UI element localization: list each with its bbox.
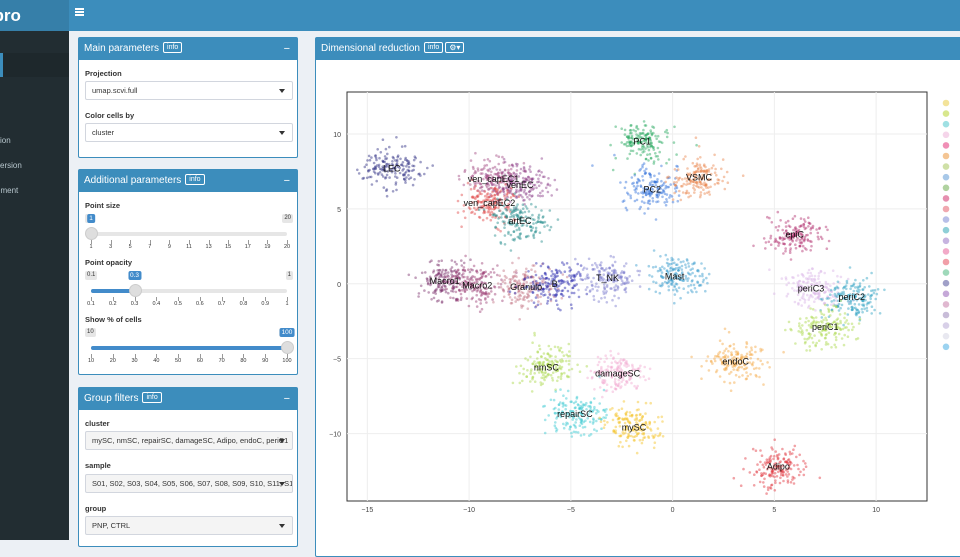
box-title: Dimensional reduction [321, 43, 420, 54]
slider-tick-label: 7 [148, 244, 152, 250]
collapse-button[interactable]: − [284, 38, 290, 60]
slider-fill [91, 289, 135, 293]
color-by-label: Color cells by [85, 111, 135, 120]
slider-fill [91, 346, 287, 350]
projection-select[interactable]: umap.scvi.full [85, 81, 293, 100]
slider-tick-label: 0.9 [261, 301, 270, 307]
box-title: Main parameters [84, 43, 160, 54]
settings-dropdown-button[interactable]: ⚙▾ [445, 41, 465, 53]
slider-track[interactable] [91, 232, 287, 236]
slider-ticks [91, 354, 288, 358]
group-filter-select[interactable]: PNP, CTRL [85, 516, 293, 535]
box-title: Additional parameters [84, 175, 182, 186]
slider-value-label: 1 [87, 214, 95, 223]
sidebar-item-1[interactable]: s [0, 104, 69, 128]
slider-tick-label: 5 [128, 244, 132, 250]
main-parameters-header: Main parameters info − [79, 38, 297, 60]
slider-min-label: 0.1 [85, 271, 98, 280]
info-button[interactable]: info [142, 391, 162, 403]
slider-tick-label: 0.5 [174, 301, 182, 307]
slider-tick-label: 0.3 [130, 301, 139, 307]
sample-filter-label: sample [85, 461, 111, 470]
sidebar-item-4[interactable]: ement [0, 179, 69, 203]
dimensional-reduction-header: Dimensional reduction info ⚙▾ [316, 38, 960, 60]
slider-tick-label: 0.6 [196, 301, 204, 307]
slider-handle[interactable] [281, 341, 294, 354]
caret-down-icon [279, 524, 285, 528]
slider-tick-label: 30 [131, 358, 138, 364]
additional-parameters-header: Additional parameters info − [79, 170, 297, 192]
slider-tick-label: 10 [87, 358, 95, 364]
slider-max-label: 1 [285, 271, 293, 280]
slider-tick-label: 50 [175, 358, 182, 364]
slider-tick-label: 90 [262, 358, 269, 364]
show-pct-slider[interactable]: 10100100102030405060708090100 [85, 312, 295, 364]
collapse-button[interactable]: − [284, 388, 290, 410]
sidebar-item-3[interactable]: version [0, 154, 69, 178]
point-opacity-slider[interactable]: 0.1 1 0.3 0.1 0.2 0.3 0.4 0.5 0.6 0.7 0.8 0.9 1 [85, 255, 293, 307]
caret-down-icon [279, 131, 285, 135]
app-logo[interactable]: ebro [0, 0, 69, 31]
slider-tick-label: 11 [186, 244, 192, 250]
dimensional-reduction-box: Dimensional reduction info ⚙▾ [315, 37, 960, 557]
sidebar-item-label: ement [0, 186, 19, 195]
slider-track[interactable] [91, 346, 287, 350]
cluster-filter-select[interactable]: mySC, nmSC, repairSC, damageSC, Adipo, e… [85, 431, 293, 450]
slider-tick-label: 15 [225, 244, 232, 250]
slider-tick-label: 40 [153, 358, 160, 364]
slider-tick-label: 80 [240, 358, 247, 364]
slider-handle[interactable] [85, 227, 98, 240]
slider-tick-label: 0.4 [152, 301, 161, 307]
info-button[interactable]: info [423, 41, 444, 53]
slider-tick-label: 70 [218, 358, 225, 364]
info-button[interactable]: info [185, 173, 205, 185]
box-title: Group filters [84, 393, 139, 404]
sidebar-item-active[interactable] [0, 53, 69, 77]
top-navbar [69, 0, 960, 31]
additional-parameters-box: Additional parametersinfo − Point size 1… [78, 169, 298, 375]
slider-tick-label: 9 [167, 244, 171, 250]
point-size-slider[interactable]: 120113579111315171920 [85, 198, 293, 250]
info-button[interactable]: info [163, 41, 183, 53]
hamburger-menu-icon[interactable] [75, 8, 84, 16]
slider-tick-label: 13 [205, 244, 212, 250]
sample-filter-select[interactable]: S01, S02, S03, S04, S05, S06, S07, S08, … [85, 474, 293, 493]
caret-down-icon [279, 482, 285, 486]
main-parameters-box: Main parameters info − Projection umap.sc… [78, 37, 298, 158]
slider-tick-label: 60 [196, 358, 203, 364]
slider-tick-label: 0.1 [87, 301, 95, 307]
slider-min-label: 10 [85, 328, 96, 337]
slider-tick-label: 3 [109, 244, 113, 250]
slider-tick-label: 0.2 [108, 301, 117, 307]
caret-down-icon [279, 439, 285, 443]
group-filters-box: Group filters info − cluster mySC, nmSC, … [78, 387, 298, 547]
app-logo-text: ebro [0, 6, 21, 25]
slider-value-label: 0.3 [127, 271, 142, 280]
sidebar-item-label: version [0, 161, 22, 170]
projection-label: Projection [85, 69, 122, 78]
slider-tick-label: 17 [244, 244, 251, 250]
slider-tick-label: 100 [282, 358, 292, 364]
caret-down-icon [279, 89, 285, 93]
slider-tick-label: 0.7 [217, 301, 226, 307]
slider-max-label: 20 [282, 214, 293, 223]
collapse-button[interactable]: − [284, 170, 290, 192]
color-by-select[interactable]: cluster [85, 123, 293, 142]
sidebar-item-label: sion [0, 136, 11, 145]
cluster-filter-label: cluster [85, 419, 110, 428]
slider-tick-label: 1 [285, 301, 289, 307]
slider-tick-label: 0.8 [239, 301, 248, 307]
slider-tick-label: 19 [264, 244, 271, 250]
slider-tick-label: 20 [109, 358, 116, 364]
slider-value-label: 100 [279, 328, 295, 337]
slider-track[interactable] [91, 289, 287, 293]
group-filter-label: group [85, 504, 107, 513]
sidebar: s sion version ement [0, 31, 69, 540]
group-filters-header: Group filters info − [79, 388, 297, 410]
sidebar-item-2[interactable]: sion [0, 129, 69, 153]
slider-ticks [91, 297, 288, 301]
slider-handle[interactable] [128, 284, 142, 297]
slider-tick-label: 1 [89, 244, 93, 250]
slider-tick-label: 20 [283, 244, 291, 250]
